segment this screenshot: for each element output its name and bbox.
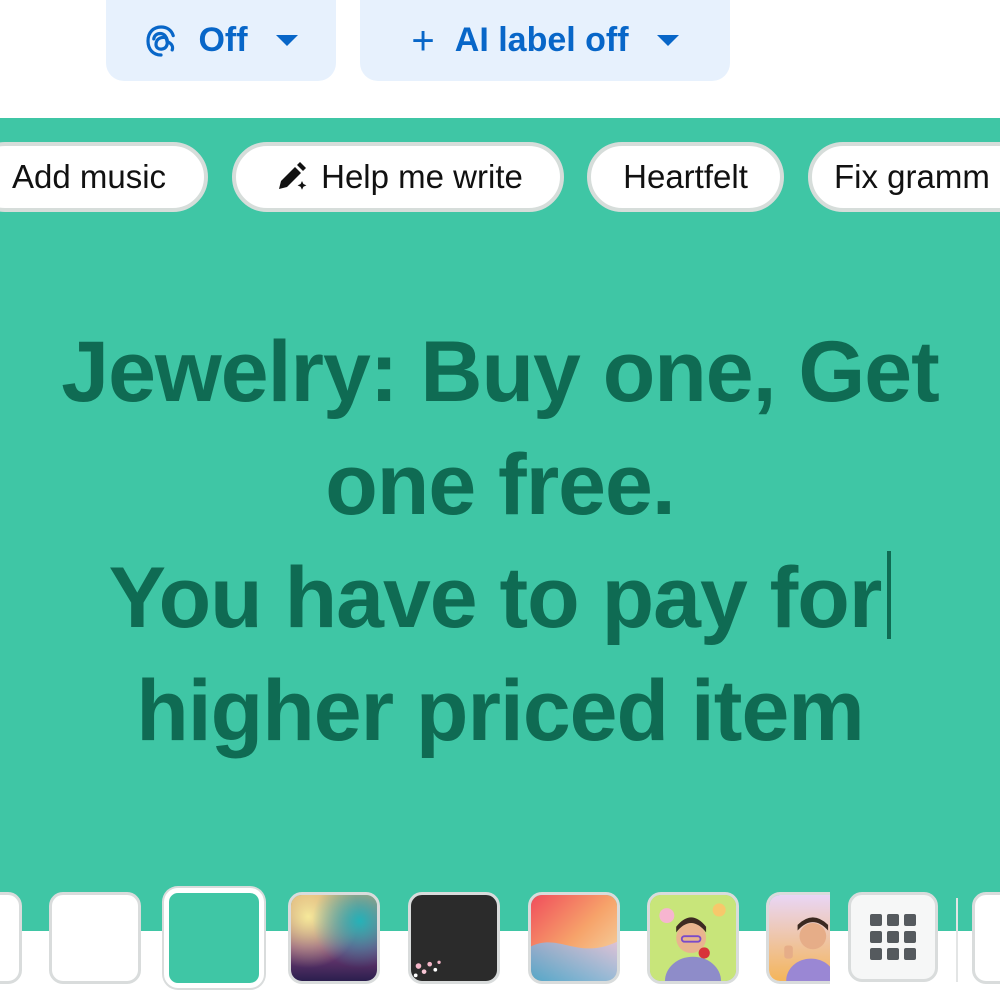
picker-divider <box>956 898 958 982</box>
chip-label: Fix gramm <box>834 158 990 195</box>
background-option-dark-blossom[interactable] <box>408 892 500 984</box>
pencil-sparkle-icon <box>273 159 309 195</box>
threads-toggle-label: Off <box>198 21 248 59</box>
background-option-avatar-flowers[interactable] <box>647 892 739 984</box>
background-option-teal[interactable] <box>164 888 264 988</box>
ai-label-toggle[interactable]: + AI label off <box>360 0 730 81</box>
chevron-down-icon <box>656 35 679 46</box>
threads-icon <box>144 24 178 58</box>
background-option-avatar-thumbs-up[interactable] <box>766 892 830 984</box>
text-cursor <box>887 551 892 639</box>
chip-label: Heartfelt <box>623 158 748 195</box>
chip-label: Help me write <box>321 158 523 195</box>
grid-icon <box>870 914 882 926</box>
plus-icon: + <box>411 18 435 63</box>
chip-help-me-write[interactable]: Help me write <box>232 142 564 212</box>
post-text-line-content: You have to pay for <box>108 550 883 646</box>
post-text-line: You have to pay for <box>0 542 1000 655</box>
suggestion-chips: Add music Help me write Heartfelt Fix gr… <box>0 142 1000 214</box>
chip-label: Add music <box>11 158 167 195</box>
ai-label-text: AI label off <box>454 21 629 59</box>
post-composer-canvas[interactable]: Add music Help me write Heartfelt Fix gr… <box>0 118 1000 1000</box>
background-option-rainbow-blur[interactable] <box>288 892 380 984</box>
background-option-gradient-swirl[interactable] <box>528 892 620 984</box>
background-option-partial[interactable] <box>0 892 22 984</box>
post-text-editor[interactable]: Jewelry: Buy one, Get one free. You have… <box>0 316 1000 768</box>
background-picker <box>0 884 1000 1000</box>
more-backgrounds-button[interactable] <box>848 892 938 982</box>
chip-add-music[interactable]: Add music <box>0 142 208 212</box>
chip-heartfelt[interactable]: Heartfelt <box>587 142 784 212</box>
chevron-down-icon <box>275 35 298 46</box>
post-text-line: higher priced item <box>136 663 865 759</box>
post-settings-bar: Off + AI label off <box>0 0 1000 118</box>
background-option-white[interactable] <box>49 892 141 984</box>
threads-share-toggle[interactable]: Off <box>106 0 336 81</box>
chip-fix-grammar[interactable]: Fix gramm <box>808 142 1000 212</box>
background-option-partial[interactable] <box>972 892 1000 984</box>
post-text-line: Jewelry: Buy one, Get <box>61 324 940 420</box>
post-text-line: one free. <box>325 437 675 533</box>
